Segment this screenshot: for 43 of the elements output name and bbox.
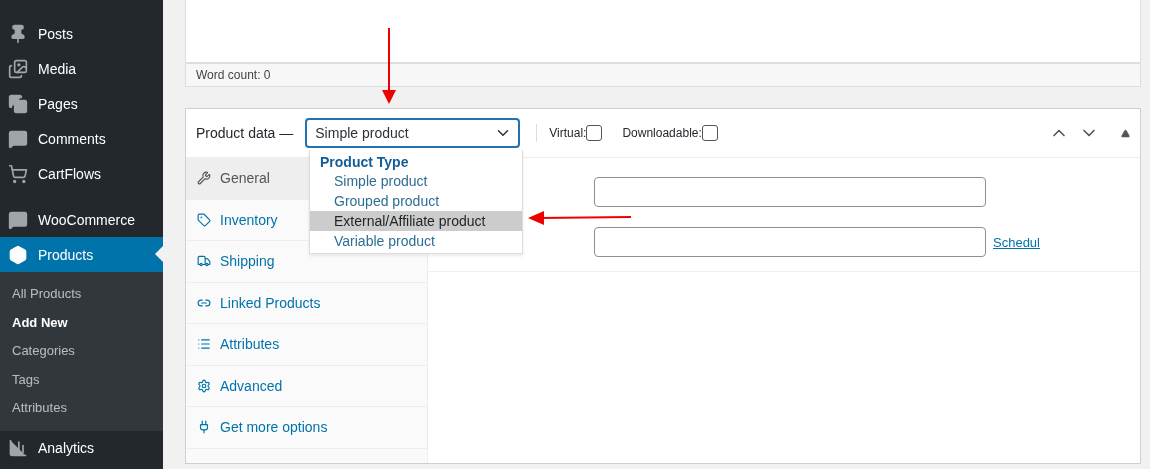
submenu-item[interactable]: Categories <box>0 337 163 366</box>
panel-tab[interactable]: Advanced <box>186 365 427 407</box>
wrench-icon <box>197 171 211 186</box>
current-pointer <box>155 246 163 262</box>
checkbox[interactable] <box>701 125 718 141</box>
sidebar-item[interactable]: WooCommerce <box>0 202 163 237</box>
pin-icon <box>8 23 28 44</box>
submenu-item[interactable]: All Products <box>0 280 163 309</box>
panel-tab[interactable]: Attributes <box>186 324 427 366</box>
input-field[interactable] <box>594 227 986 257</box>
sidebar-item[interactable]: Analytics <box>0 430 163 466</box>
collapse-icon[interactable] <box>1121 128 1130 138</box>
list-icon <box>197 337 211 352</box>
gear-icon <box>197 378 211 393</box>
word-count: Word count: 0 <box>185 63 1141 87</box>
sidebar-item[interactable]: Posts <box>0 16 163 51</box>
sidebar-item[interactable]: Media <box>0 51 163 86</box>
dropdown-option[interactable]: External/Affiliate product <box>310 211 522 231</box>
submenu-item[interactable]: Tags <box>0 365 163 394</box>
sidebar-item[interactable]: Products <box>0 237 163 272</box>
sidebar-item[interactable]: CartFlows <box>0 156 163 191</box>
speech-bubble-icon <box>8 128 28 149</box>
speech-bubble-icon <box>8 209 28 230</box>
submenu-item[interactable]: Add New <box>0 308 163 337</box>
pages-icon <box>8 93 28 114</box>
sidebar-item[interactable]: Comments <box>0 121 163 156</box>
box-icon <box>8 244 28 265</box>
checkbox-label[interactable]: Downloadable: <box>622 125 718 141</box>
checkbox-label[interactable]: Virtual: <box>549 125 603 141</box>
tag-icon <box>197 212 211 227</box>
sidebar-item[interactable]: Pages <box>0 86 163 121</box>
input-field[interactable] <box>594 177 986 207</box>
panel-title: Product data — <box>196 125 294 141</box>
cart-icon <box>8 163 28 184</box>
product-type-select[interactable]: Simple product <box>305 118 521 148</box>
schedule-link[interactable]: Schedul <box>993 234 1040 250</box>
submenu-item[interactable]: Attributes <box>0 394 163 423</box>
checkbox[interactable] <box>586 125 603 141</box>
panel-tab[interactable]: Get more options <box>186 407 427 449</box>
images-icon <box>8 58 28 79</box>
panel-tab[interactable]: Linked Products <box>186 282 427 324</box>
truck-icon <box>197 254 211 269</box>
plug-icon <box>197 420 211 435</box>
